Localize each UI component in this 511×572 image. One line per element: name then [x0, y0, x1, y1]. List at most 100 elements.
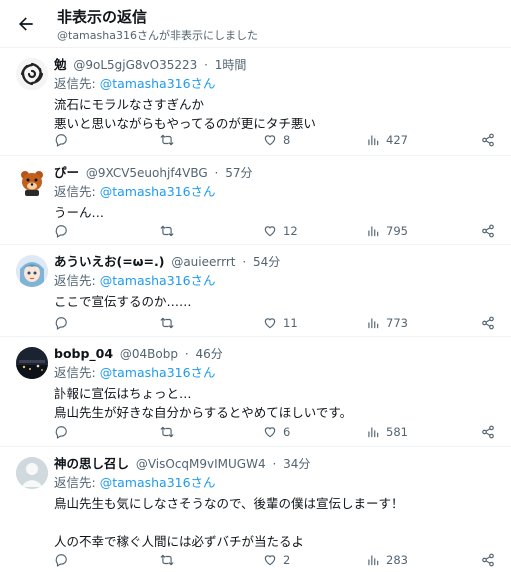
display-name[interactable]: bobp_04: [54, 346, 113, 361]
comment-icon: [55, 134, 67, 147]
reply-prefix: 返信先:: [54, 273, 96, 288]
retweet-icon: [160, 225, 174, 237]
night-avatar[interactable]: [16, 347, 48, 379]
tweet[interactable]: あういえお(=ω=.) @auieerrrt · 54分 返信先: @tamas…: [0, 245, 511, 337]
like-count: 8: [283, 133, 291, 147]
views-icon: [368, 427, 379, 438]
comment-icon: [55, 554, 67, 567]
timestamp[interactable]: 54分: [253, 255, 280, 269]
reply-context: 返信先: @tamasha316さん: [54, 75, 216, 93]
retweet-button[interactable]: [160, 313, 180, 333]
share-icon: [482, 133, 494, 147]
reply-prefix: 返信先:: [54, 184, 96, 199]
views-button[interactable]: 427: [366, 130, 408, 150]
arrow-left-icon: [19, 17, 33, 31]
tweet-actions: 6 581: [54, 422, 495, 442]
reply-button[interactable]: [54, 422, 74, 442]
views-icon: [368, 135, 379, 146]
mention-link[interactable]: @tamasha316さん: [100, 184, 216, 199]
views-count: 427: [386, 133, 408, 147]
tweet-line-blank: [54, 513, 495, 532]
tweet-actions: 8 427: [54, 130, 495, 150]
tweet-text: 鳥山先生も気にしなさそうなので、後輩の僕は宣伝しまーす！ 人の不幸で稼ぐ人間には…: [54, 494, 495, 551]
mention-link[interactable]: @tamasha316さん: [100, 365, 216, 380]
retweet-button[interactable]: [160, 550, 180, 570]
share-button[interactable]: [481, 130, 495, 150]
share-button[interactable]: [481, 550, 495, 570]
comment-icon: [55, 317, 67, 330]
separator-dot: ·: [242, 255, 247, 269]
timestamp[interactable]: 34分: [283, 457, 310, 471]
anime-avatar[interactable]: [16, 255, 48, 287]
display-name[interactable]: ぴー: [54, 165, 79, 180]
mention-link[interactable]: @tamasha316さん: [100, 475, 216, 490]
views-icon: [368, 226, 379, 237]
display-name[interactable]: 勉: [54, 57, 67, 72]
like-button[interactable]: 6: [263, 422, 290, 442]
user-handle[interactable]: @9oL5gjG8vO35223: [73, 58, 197, 72]
like-button[interactable]: 12: [263, 221, 298, 241]
display-name[interactable]: あういえお(=ω=.): [54, 254, 165, 269]
mention-link[interactable]: @tamasha316さん: [100, 76, 216, 91]
reply-button[interactable]: [54, 221, 74, 241]
views-button[interactable]: 795: [366, 221, 408, 241]
tweet[interactable]: 神の思し召し @VisOcqM9vIMUGW4 · 34分 返信先: @tama…: [0, 447, 511, 572]
page-subtitle: @tamasha316さんが非表示にしました: [57, 29, 258, 42]
separator-dot: ·: [272, 457, 277, 471]
tweet-line: 鳥山先生が好きな自分からするとやめてほしいです。: [54, 405, 353, 420]
reply-button[interactable]: [54, 550, 74, 570]
views-icon: [368, 318, 379, 329]
like-count: 11: [283, 316, 298, 330]
tweet-line: うーん…: [54, 205, 105, 220]
tweet[interactable]: bobp_04 @04Bobp · 46分 返信先: @tamasha316さん…: [0, 337, 511, 447]
tweet-line: 人の不幸で稼ぐ人間には必ずバチが当たるよ: [54, 534, 305, 549]
like-button[interactable]: 2: [263, 550, 290, 570]
tweet[interactable]: ぴー @9XCV5euohjf4VBG · 57分 返信先: @tamasha3…: [0, 156, 511, 245]
user-handle[interactable]: @auieerrrt: [171, 255, 235, 269]
top-bar: 非表示の返信 @tamasha316さんが非表示にしました: [0, 0, 511, 48]
timestamp[interactable]: 1時間: [215, 58, 247, 72]
share-button[interactable]: [481, 422, 495, 442]
like-count: 2: [283, 553, 291, 567]
retweet-icon: [160, 554, 174, 566]
share-icon: [482, 316, 494, 330]
user-handle[interactable]: @04Bobp: [120, 347, 178, 361]
tweet-actions: 2 283: [54, 550, 495, 570]
tweet-header: ぴー @9XCV5euohjf4VBG · 57分: [54, 164, 495, 182]
display-name[interactable]: 神の思し召し: [54, 456, 129, 471]
retweet-button[interactable]: [160, 130, 180, 150]
views-icon: [368, 555, 379, 566]
views-button[interactable]: 581: [366, 422, 408, 442]
tweet-text: うーん…: [54, 203, 495, 222]
separator-dot: ·: [214, 166, 219, 180]
like-button[interactable]: 8: [263, 130, 290, 150]
separator-dot: ·: [184, 347, 189, 361]
share-button[interactable]: [481, 313, 495, 333]
tweet-header: 勉 @9oL5gjG8vO35223 · 1時間: [54, 56, 495, 74]
views-button[interactable]: 773: [366, 313, 408, 333]
views-button[interactable]: 283: [366, 550, 408, 570]
mention-link[interactable]: @tamasha316さん: [100, 273, 216, 288]
views-count: 581: [386, 425, 408, 439]
reply-prefix: 返信先:: [54, 365, 96, 380]
page-title: 非表示の返信: [57, 8, 148, 26]
tweet[interactable]: 勉 @9oL5gjG8vO35223 · 1時間 返信先: @tamasha31…: [0, 48, 511, 156]
reply-prefix: 返信先:: [54, 76, 96, 91]
user-handle[interactable]: @VisOcqM9vIMUGW4: [136, 457, 266, 471]
timestamp[interactable]: 46分: [195, 347, 222, 361]
spiral-avatar[interactable]: [16, 58, 48, 90]
reply-button[interactable]: [54, 313, 74, 333]
back-button[interactable]: [14, 12, 38, 36]
retweet-button[interactable]: [160, 422, 180, 442]
default-avatar[interactable]: [16, 457, 48, 489]
user-handle[interactable]: @9XCV5euohjf4VBG: [86, 166, 208, 180]
heart-icon: [264, 555, 276, 566]
bear-avatar[interactable]: [16, 166, 48, 198]
retweet-button[interactable]: [160, 221, 180, 241]
heart-icon: [264, 318, 276, 329]
timestamp[interactable]: 57分: [225, 166, 252, 180]
share-button[interactable]: [481, 221, 495, 241]
share-icon: [482, 553, 494, 567]
like-button[interactable]: 11: [263, 313, 298, 333]
reply-button[interactable]: [54, 130, 74, 150]
